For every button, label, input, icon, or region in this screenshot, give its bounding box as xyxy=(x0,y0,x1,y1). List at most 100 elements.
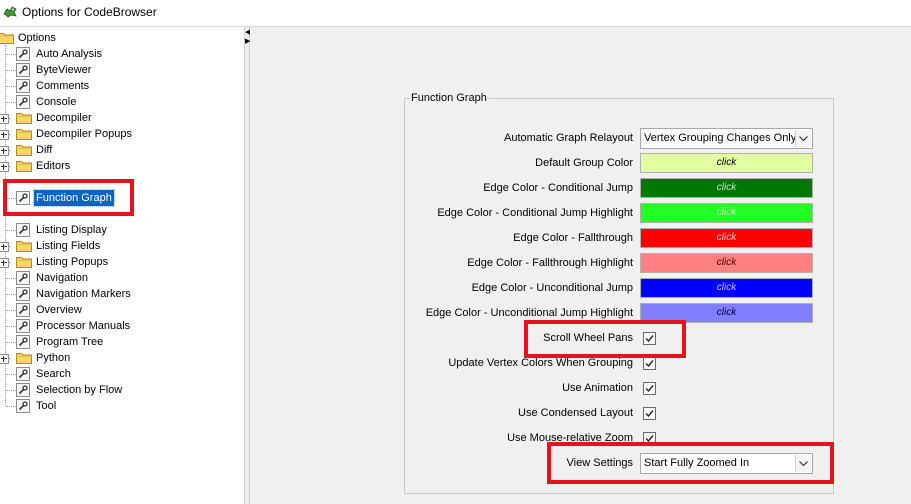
folder-icon xyxy=(16,256,32,268)
dropdown-value: Vertex Grouping Changes Only xyxy=(644,132,797,144)
default-group-color-color-button[interactable]: click xyxy=(640,153,813,173)
tree-item-label: Python xyxy=(36,352,71,364)
tree-item-diff[interactable]: Diff xyxy=(0,142,240,158)
tree-connector xyxy=(6,278,16,280)
tree-item-label: Auto Analysis xyxy=(36,48,103,60)
tree-connector xyxy=(6,86,16,88)
expand-plus-icon[interactable] xyxy=(0,130,9,140)
folder-icon xyxy=(16,160,32,172)
option-label-use-animation: Use Animation xyxy=(562,382,633,394)
tree-item-listing-display[interactable]: Listing Display xyxy=(0,222,240,238)
option-label-edge-color-conditional-jump-highlight: Edge Color - Conditional Jump Highlight xyxy=(437,207,633,219)
folder-icon xyxy=(16,128,32,140)
chevron-down-icon[interactable] xyxy=(795,130,811,147)
edge-color-conditional-jump-highlight-color-button[interactable]: click xyxy=(640,203,813,223)
checkmark-icon xyxy=(645,385,654,393)
checkmark-icon xyxy=(645,410,654,418)
wrench-options-icon xyxy=(16,367,30,381)
title-bar: Options for CodeBrowser xyxy=(0,0,911,27)
tree-item-label: Listing Fields xyxy=(36,240,101,252)
edge-color-fallthrough-color-button[interactable]: click xyxy=(640,228,813,248)
dragon-app-icon xyxy=(3,6,17,18)
wrench-options-icon xyxy=(16,383,30,397)
tree-item-label: Decompiler Popups xyxy=(36,128,132,140)
wrench-options-icon xyxy=(16,223,30,237)
tree-connector xyxy=(6,310,16,312)
folder-icon xyxy=(16,144,32,156)
wrench-options-icon xyxy=(16,271,30,285)
highlight-box-scroll-wheel xyxy=(524,320,686,358)
expand-plus-icon[interactable] xyxy=(0,258,9,268)
tree-item-byteviewer[interactable]: ByteViewer xyxy=(0,62,240,78)
tree-item-auto-analysis[interactable]: Auto Analysis xyxy=(0,46,240,62)
tree-item-label: Processor Manuals xyxy=(36,320,131,332)
tree-item-listing-popups[interactable]: Listing Popups xyxy=(0,254,240,270)
highlight-box-tree-item xyxy=(3,179,134,216)
tree-item-navigation[interactable]: Navigation xyxy=(0,270,240,286)
tree-connector xyxy=(6,54,16,56)
update-vertex-colors-when-grouping-checkbox[interactable] xyxy=(643,357,656,370)
wrench-options-icon xyxy=(16,399,30,413)
tree-item-navigation-markers[interactable]: Navigation Markers xyxy=(0,286,240,302)
tree-item-label: Navigation xyxy=(36,272,88,284)
tree-connector xyxy=(6,390,16,392)
checkmark-icon xyxy=(645,360,654,368)
tree-connector xyxy=(6,102,16,104)
expand-plus-icon[interactable] xyxy=(0,242,9,252)
tree-item-listing-fields[interactable]: Listing Fields xyxy=(0,238,240,254)
expand-plus-icon[interactable] xyxy=(0,162,9,172)
option-label-update-vertex-colors-when-grouping: Update Vertex Colors When Grouping xyxy=(448,357,633,369)
edge-color-conditional-jump-color-button[interactable]: click xyxy=(640,178,813,198)
options-tree[interactable]: Options Auto Analysis ByteViewer Comments Co… xyxy=(0,27,244,504)
folder-open-icon xyxy=(0,32,14,44)
tree-item-label: Listing Display xyxy=(36,224,107,236)
option-label-use-condensed-layout: Use Condensed Layout xyxy=(518,407,633,419)
tree-item-processor-manuals[interactable]: Processor Manuals xyxy=(0,318,240,334)
option-label-edge-color-unconditional-jump-highlight: Edge Color - Unconditional Jump Highligh… xyxy=(425,307,633,319)
option-label-edge-color-conditional-jump: Edge Color - Conditional Jump xyxy=(483,182,633,194)
tree-connector xyxy=(6,230,16,232)
tree-connector xyxy=(6,342,16,344)
tree-item-editors[interactable]: Editors xyxy=(0,158,240,174)
use-condensed-layout-checkbox[interactable] xyxy=(643,407,656,420)
tree-item-program-tree[interactable]: Program Tree xyxy=(0,334,240,350)
highlight-box-view-settings xyxy=(547,442,834,484)
tree-item-decompiler-popups[interactable]: Decompiler Popups xyxy=(0,126,240,142)
tree-item-search[interactable]: Search xyxy=(0,366,240,382)
tree-item-selection-by-flow[interactable]: Selection by Flow xyxy=(0,382,240,398)
tree-item-label: Overview xyxy=(36,304,82,316)
expand-plus-icon[interactable] xyxy=(0,146,9,156)
wrench-options-icon xyxy=(16,319,30,333)
tree-item-comments[interactable]: Comments xyxy=(0,78,240,94)
tree-item-python[interactable]: Python xyxy=(0,350,240,366)
tree-item-label: Editors xyxy=(36,160,71,172)
expand-plus-icon[interactable] xyxy=(0,114,9,124)
expand-plus-icon[interactable] xyxy=(0,354,9,364)
tree-connector xyxy=(6,374,16,376)
tree-item-overview[interactable]: Overview xyxy=(0,302,240,318)
wrench-options-icon xyxy=(16,79,30,93)
option-label-automatic-graph-relayout: Automatic Graph Relayout xyxy=(503,132,633,144)
tree-item-tool[interactable]: Tool xyxy=(0,398,240,414)
wrench-options-icon xyxy=(16,63,30,77)
tree-item-label: Navigation Markers xyxy=(36,288,131,300)
folder-icon xyxy=(16,352,32,364)
tree-connector xyxy=(6,406,16,408)
use-animation-checkbox[interactable] xyxy=(643,382,656,395)
tree-item-label: Search xyxy=(36,368,71,380)
tree-item-label: Comments xyxy=(36,80,90,92)
tree-connector xyxy=(6,326,16,328)
automatic-graph-relayout-dropdown[interactable]: Vertex Grouping Changes Only xyxy=(640,128,813,149)
edge-color-fallthrough-highlight-color-button[interactable]: click xyxy=(640,253,813,273)
tree-item-console[interactable]: Console xyxy=(0,94,240,110)
tree-item-label: Selection by Flow xyxy=(36,384,123,396)
folder-icon xyxy=(16,240,32,252)
wrench-options-icon xyxy=(16,287,30,301)
tree-item-decompiler[interactable]: Decompiler xyxy=(0,110,240,126)
tree-item-label: Console xyxy=(36,96,77,108)
option-label-edge-color-unconditional-jump: Edge Color - Unconditional Jump xyxy=(471,282,633,294)
tree-item-label: Diff xyxy=(36,144,53,156)
wrench-options-icon xyxy=(16,47,30,61)
edge-color-unconditional-jump-color-button[interactable]: click xyxy=(640,278,813,298)
group-title: Function Graph xyxy=(409,92,489,104)
